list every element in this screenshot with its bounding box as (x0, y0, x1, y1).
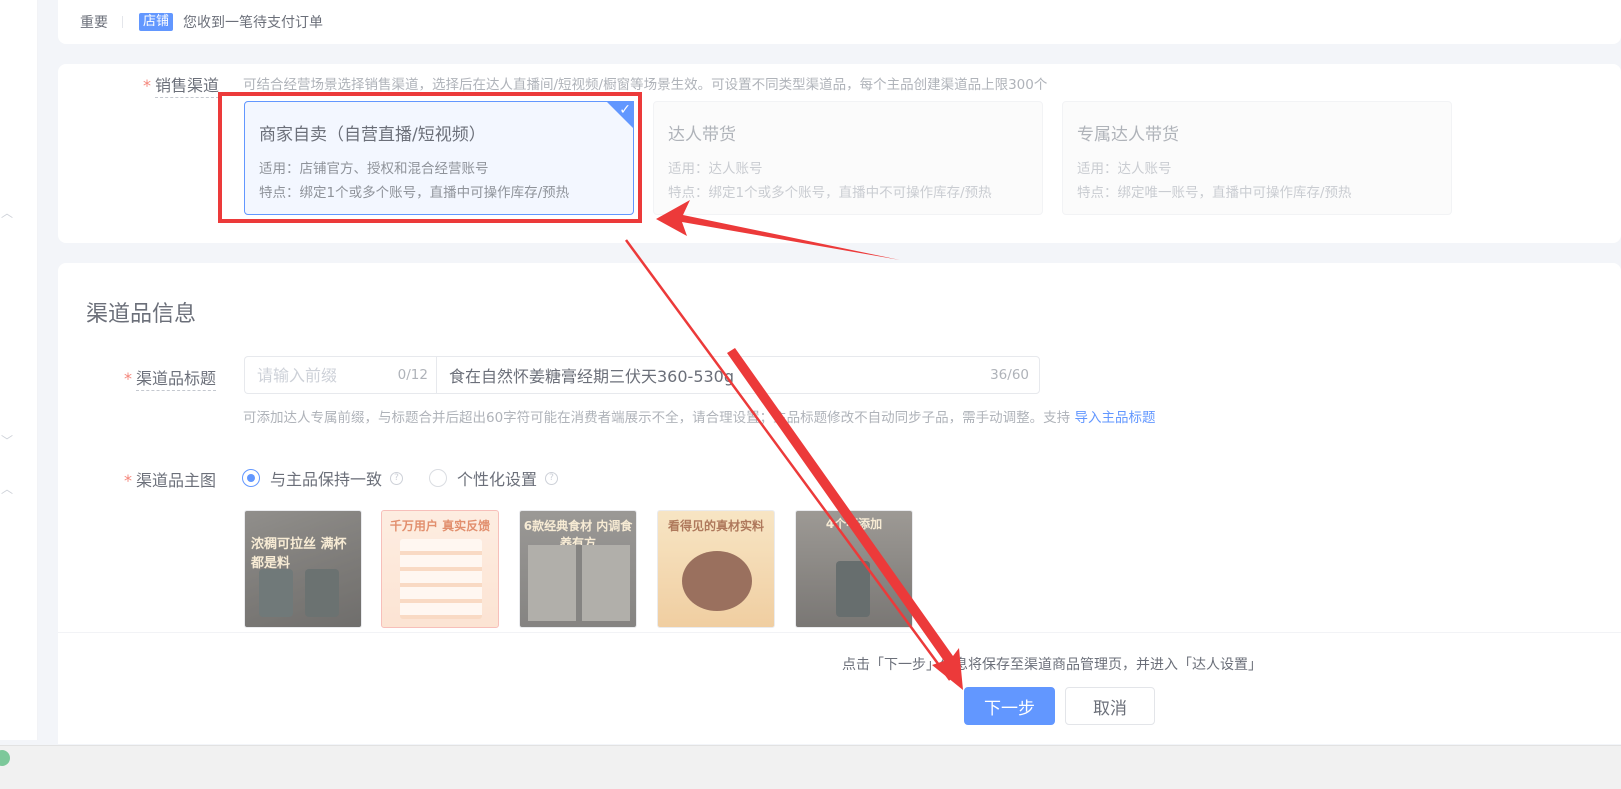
jar-image (259, 569, 293, 617)
notice-divider (122, 16, 123, 28)
product-thumbnail[interactable]: 浓稠可拉丝 满杯都是料 (244, 510, 362, 628)
jar-image (836, 561, 870, 617)
prefix-input-wrapper: 0/12 (244, 356, 436, 394)
required-asterisk: * (124, 369, 132, 388)
required-asterisk: * (124, 471, 132, 490)
chevron-up-icon[interactable]: ︿ (0, 206, 14, 220)
check-icon: ✓ (619, 102, 631, 118)
channel-option-applicable: 适用：达人账号 (668, 161, 763, 177)
radio-same-label[interactable]: 与主品保持一致 (270, 466, 382, 490)
thumbnail-caption: 4个不添加 (825, 517, 883, 531)
notice-important-label: 重要 (80, 15, 108, 31)
ingredients-grid-image (528, 545, 630, 621)
jar-image (305, 569, 339, 617)
title-hint-text: 可添加达人专属前缀，与标题合并后超出60字符可能在消费者端展示不全，请合理设置；… (243, 410, 1071, 426)
notice-message[interactable]: 您收到一笔待支付订单 (183, 12, 323, 32)
main-image-label: * 渠道品主图 (124, 471, 217, 490)
chevron-up-icon[interactable]: ︿ (0, 482, 14, 496)
product-thumbnail[interactable]: 6款经典食材 内调食养有方 (519, 510, 637, 628)
title-hint: 可添加达人专属前缀，与标题合并后超出60字符可能在消费者端展示不全，请合理设置；… (243, 406, 1155, 426)
channel-option-title: 达人带货 (668, 125, 736, 145)
next-step-button[interactable]: 下一步 (964, 687, 1055, 725)
required-asterisk: * (143, 76, 151, 95)
help-icon[interactable]: ? (545, 471, 559, 485)
footer-bar (58, 632, 1621, 744)
radio-custom-label[interactable]: 个性化设置 (457, 466, 537, 490)
channel-option-applicable: 适用：达人账号 (1077, 161, 1172, 177)
channel-title-input[interactable] (449, 357, 969, 393)
channel-option-applicable: 适用：店铺官方、授权和混合经营账号 (259, 161, 489, 177)
taskbar (0, 745, 1621, 789)
sales-channel-hint: 可结合经营场景选择销售渠道，选择后在达人直播间/短视频/橱窗等场景生效。可设置不… (243, 77, 1048, 93)
cancel-button[interactable]: 取消 (1065, 687, 1155, 725)
channel-title-label: * 渠道品标题 (124, 365, 217, 391)
radio-same-as-main[interactable] (242, 469, 260, 487)
product-thumbnail[interactable]: 4个不添加 (795, 510, 913, 628)
radio-custom[interactable] (429, 469, 448, 487)
thumbnail-caption: 看得见的真材实料 (667, 519, 764, 533)
sales-channel-label: * 销售渠道 (143, 72, 220, 98)
section-title: 渠道品信息 (86, 302, 197, 327)
channel-option-influencer[interactable]: 达人带货 适用：达人账号 特点：绑定1个或多个账号，直播中不可操作库存/预热 (653, 101, 1043, 215)
help-icon[interactable]: ? (390, 471, 404, 485)
product-thumbnail[interactable]: 千万用户 真实反馈 (381, 510, 499, 628)
left-sidebar-rail: ︿ ﹀ ︿ (0, 0, 38, 740)
product-thumbnail[interactable]: 看得见的真材实料 (657, 510, 775, 628)
channel-option-feature: 特点：绑定1个或多个账号，直播中不可操作库存/预热 (668, 185, 992, 201)
prefix-char-count: 0/12 (397, 367, 428, 383)
import-main-title-link[interactable]: 导入主品标题 (1074, 410, 1155, 426)
channel-option-feature: 特点：绑定唯一账号，直播中可操作库存/预热 (1077, 185, 1352, 201)
channel-option-exclusive-influencer[interactable]: 专属达人带货 适用：达人账号 特点：绑定唯一账号，直播中可操作库存/预热 (1062, 101, 1452, 215)
channel-option-title: 专属达人带货 (1077, 125, 1179, 145)
main-image-radio-group: 与主品保持一致 ? 个性化设置 ? (242, 466, 559, 490)
thumbnail-caption: 千万用户 真实反馈 (389, 519, 491, 533)
channel-option-title: 商家自卖（自营直播/短视频） (259, 125, 486, 145)
channel-option-feature: 特点：绑定1个或多个账号，直播中可操作库存/预热 (259, 185, 570, 201)
thumbnail-caption: 浓稠可拉丝 满杯都是料 (251, 537, 347, 571)
notice-bar: 重要 店铺 您收到一笔待支付订单 (58, 0, 1621, 44)
title-input-wrapper: 36/60 (436, 356, 1040, 394)
channel-option-self-sell[interactable]: ✓ 商家自卖（自营直播/短视频） 适用：店铺官方、授权和混合经营账号 特点：绑定… (244, 101, 634, 215)
footer-hint: 点击「下一步」信息将保存至渠道商品管理页，并进入「达人设置」 (842, 657, 1262, 673)
ingredients-closeup-image (682, 551, 752, 611)
prefix-input[interactable] (257, 357, 397, 393)
review-list-image (400, 539, 482, 619)
title-char-count: 36/60 (990, 367, 1029, 383)
chevron-down-icon[interactable]: ﹀ (0, 434, 14, 448)
notice-shop-tag: 店铺 (139, 13, 174, 31)
